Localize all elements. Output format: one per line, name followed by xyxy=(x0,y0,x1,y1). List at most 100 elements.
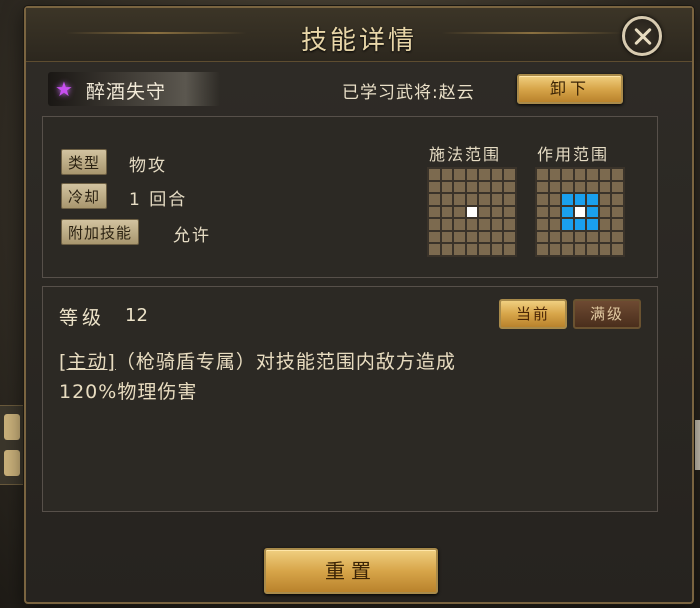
range-cell xyxy=(479,181,490,193)
range-cell xyxy=(504,169,515,180)
range-cell xyxy=(549,194,561,205)
cast-range-grid xyxy=(427,167,517,257)
range-cell xyxy=(491,194,503,205)
range-cell xyxy=(612,169,623,180)
range-cell xyxy=(574,219,586,230)
range-cell xyxy=(537,181,548,193)
skill-description-panel: 等级 12 当前 满级 [主动]（枪骑盾专属）对技能范围内敌方造成 120%物理… xyxy=(42,286,658,512)
range-cell xyxy=(466,219,478,230)
range-cell xyxy=(562,231,573,243)
skill-description: [主动]（枪骑盾专属）对技能范围内敌方造成 120%物理伤害 xyxy=(59,347,639,407)
range-cell xyxy=(537,219,548,230)
range-cell xyxy=(537,206,548,218)
range-cell xyxy=(491,244,503,255)
extra-skill-value: 允许 xyxy=(173,226,211,246)
learned-general-text: 已学习武将:赵云 xyxy=(342,83,475,103)
range-cell xyxy=(466,169,478,180)
tab-max-level[interactable]: 满级 xyxy=(573,299,641,329)
range-cell xyxy=(466,194,478,205)
range-cell xyxy=(612,206,623,218)
range-cell xyxy=(429,231,440,243)
range-cell xyxy=(429,169,440,180)
range-cell xyxy=(504,231,515,243)
dialog-title: 技能详情 xyxy=(300,26,417,56)
range-cell xyxy=(429,181,440,193)
range-cell xyxy=(479,231,490,243)
range-cell xyxy=(454,194,465,205)
range-cell xyxy=(537,231,548,243)
range-cell xyxy=(454,219,465,230)
range-cell xyxy=(491,206,503,218)
range-cell xyxy=(491,181,503,193)
title-bar: 技能详情 xyxy=(26,8,692,62)
range-cell xyxy=(612,231,623,243)
range-cell xyxy=(562,219,573,230)
range-cell xyxy=(454,244,465,255)
range-cell xyxy=(454,169,465,180)
unequip-button[interactable]: 卸下 xyxy=(517,74,623,104)
reset-button[interactable]: 重置 xyxy=(264,548,438,594)
range-cell xyxy=(429,194,440,205)
range-cell xyxy=(537,244,548,255)
range-cell xyxy=(454,231,465,243)
range-cell xyxy=(479,169,490,180)
range-cell xyxy=(491,231,503,243)
range-cell xyxy=(504,219,515,230)
range-cell xyxy=(549,169,561,180)
range-cell xyxy=(549,206,561,218)
type-tag: 类型 xyxy=(61,149,108,175)
range-cell xyxy=(574,206,586,218)
range-cell xyxy=(537,194,548,205)
range-cell xyxy=(441,194,453,205)
range-cell xyxy=(587,181,598,193)
cooldown-value: 1 回合 xyxy=(129,190,188,210)
range-cell xyxy=(466,231,478,243)
range-cell xyxy=(441,231,453,243)
range-cell xyxy=(549,231,561,243)
range-cell xyxy=(562,181,573,193)
type-value: 物攻 xyxy=(129,156,167,176)
range-cell xyxy=(612,244,623,255)
range-cell xyxy=(562,194,573,205)
range-cell xyxy=(587,206,598,218)
range-cell xyxy=(441,169,453,180)
range-cell xyxy=(479,244,490,255)
range-cell xyxy=(537,169,548,180)
level-value: 12 xyxy=(125,305,148,326)
side-panel-edge xyxy=(0,405,24,485)
range-cell xyxy=(587,169,598,180)
range-cell xyxy=(549,181,561,193)
description-line-2: 120%物理伤害 xyxy=(59,381,198,403)
range-cell xyxy=(504,244,515,255)
range-cell xyxy=(466,244,478,255)
tab-current-level[interactable]: 当前 xyxy=(499,299,567,329)
effect-range-grid xyxy=(535,167,625,257)
range-cell xyxy=(441,206,453,218)
range-cell xyxy=(454,206,465,218)
range-cell xyxy=(599,169,611,180)
range-cell xyxy=(429,219,440,230)
range-cell xyxy=(599,244,611,255)
range-cell xyxy=(562,169,573,180)
range-cell xyxy=(479,206,490,218)
range-cell xyxy=(599,219,611,230)
range-cell xyxy=(599,206,611,218)
purple-star-icon: ★ xyxy=(55,77,73,101)
cooldown-tag: 冷却 xyxy=(61,183,108,209)
range-cell xyxy=(599,194,611,205)
skill-name-plate: ★ 醉酒失守 xyxy=(48,72,220,106)
range-cell xyxy=(587,231,598,243)
effect-range-label: 作用范围 xyxy=(537,145,610,164)
range-cell xyxy=(441,244,453,255)
skill-name: 醉酒失守 xyxy=(86,81,167,103)
active-skill-tag: [主动] xyxy=(59,351,116,373)
level-label: 等级 xyxy=(59,307,106,329)
description-line-1: [主动]（枪骑盾专属）对技能范围内敌方造成 xyxy=(59,347,639,377)
range-cell xyxy=(491,169,503,180)
close-icon[interactable] xyxy=(622,16,662,56)
range-cell xyxy=(562,244,573,255)
range-cell xyxy=(574,231,586,243)
range-cell xyxy=(429,244,440,255)
range-cell xyxy=(491,219,503,230)
description-text: （枪骑盾专属）对技能范围内敌方造成 xyxy=(115,351,456,373)
